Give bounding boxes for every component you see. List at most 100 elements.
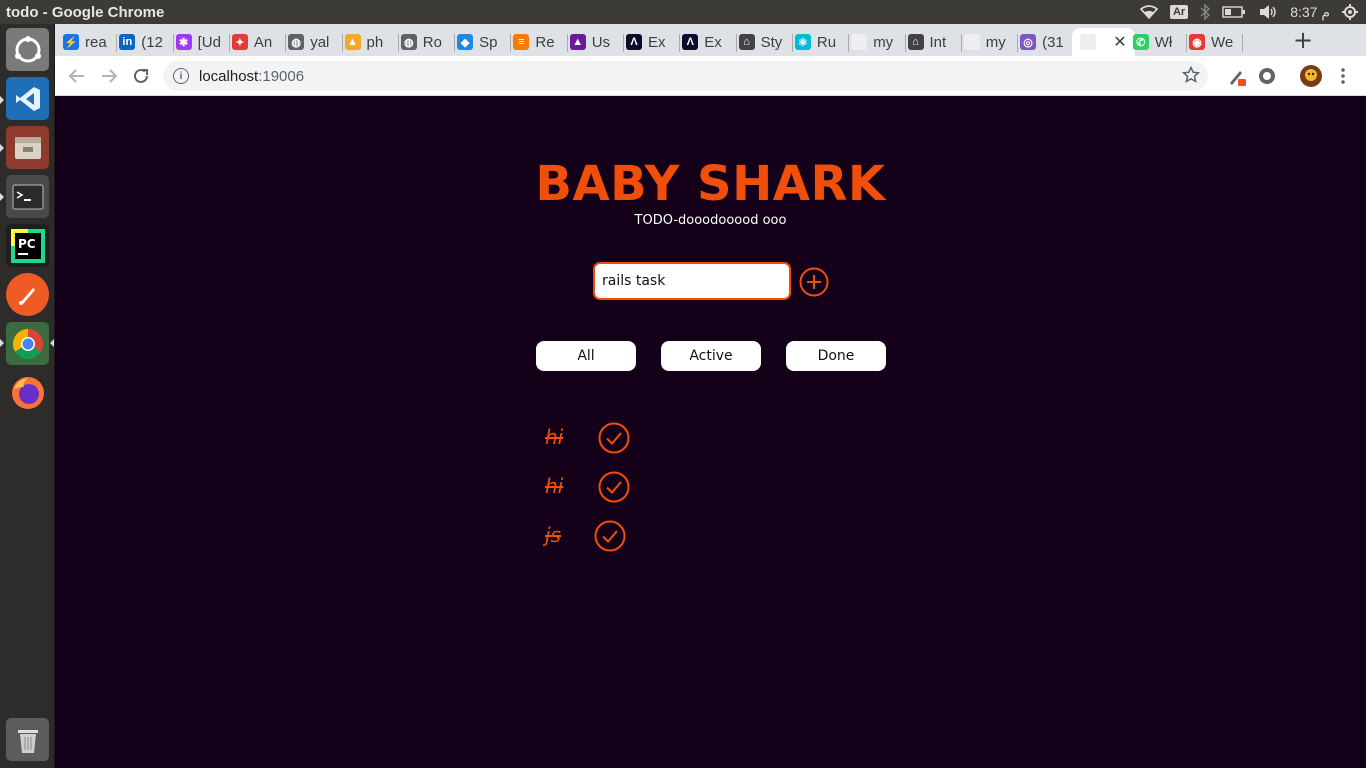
tab-separator: [791, 34, 793, 52]
back-button[interactable]: [65, 64, 89, 88]
add-task-button[interactable]: [799, 267, 829, 297]
filter-done-button[interactable]: Done: [786, 341, 886, 371]
tab[interactable]: ⌂ Int: [907, 28, 958, 56]
tab-active[interactable]: ✕: [1072, 28, 1135, 56]
address-bar[interactable]: i localhost:19006: [163, 61, 1208, 91]
tab[interactable]: ≡ Re: [513, 28, 563, 56]
extension-circle-icon[interactable]: [1255, 64, 1279, 88]
tab[interactable]: Λ Ex: [626, 28, 676, 56]
plus-circle-icon: [799, 267, 829, 297]
tab[interactable]: my: [963, 28, 1014, 56]
vscode-icon[interactable]: [6, 77, 49, 120]
firefox-icon[interactable]: [6, 371, 49, 414]
todo-done-toggle[interactable]: [598, 471, 630, 503]
check-circle-icon: [594, 520, 626, 552]
tab[interactable]: ◆ Sp: [457, 28, 507, 56]
chrome-icon[interactable]: [6, 322, 49, 365]
tab[interactable]: ◎ (31: [1020, 28, 1070, 56]
tab-favicon-icon: ✦: [231, 34, 248, 50]
tab[interactable]: ▲ Us: [569, 28, 620, 56]
keyboard-layout-indicator[interactable]: Ar: [1169, 5, 1189, 19]
running-indicator: [0, 96, 4, 104]
forward-button[interactable]: [97, 64, 121, 88]
tab-separator: [904, 34, 906, 52]
tab[interactable]: Λ Ex: [682, 28, 732, 56]
new-tab-button[interactable]: +: [1293, 26, 1313, 54]
tab[interactable]: in (12: [119, 28, 169, 56]
postman-icon[interactable]: [6, 273, 49, 316]
filter-active-button[interactable]: Active: [661, 341, 761, 371]
tab-label: An: [253, 33, 273, 51]
tab[interactable]: ◉ We: [1189, 28, 1239, 56]
tab-label: Ex: [704, 33, 722, 51]
extension-dropper-icon[interactable]: [1225, 64, 1249, 88]
tab-label: Us: [591, 33, 611, 51]
bookmark-star-icon[interactable]: [1181, 65, 1201, 88]
todo-text: hi: [545, 474, 564, 498]
tab-separator: [285, 34, 287, 52]
tab[interactable]: ⚛ Ru: [794, 28, 845, 56]
tab-separator: [848, 34, 850, 52]
tab-favicon-icon: ✆: [1132, 34, 1149, 50]
tab-separator: [1186, 34, 1187, 52]
tab[interactable]: ✦ An: [231, 28, 282, 56]
todo-text: js: [545, 523, 561, 547]
ubuntu-launcher: PC: [0, 24, 55, 768]
chrome-menu-icon[interactable]: [1331, 64, 1355, 88]
clock[interactable]: 8:37 م: [1290, 4, 1330, 21]
power-gear-icon[interactable]: [1342, 4, 1358, 20]
tab-favicon-icon: ◎: [1020, 34, 1037, 50]
new-task-input[interactable]: [593, 262, 791, 300]
todo-done-toggle[interactable]: [598, 422, 630, 454]
files-icon[interactable]: [6, 126, 49, 169]
tab-separator: [960, 34, 962, 52]
tab-label: Int: [929, 33, 947, 51]
terminal-icon[interactable]: [6, 175, 49, 218]
tab-favicon-icon: ◉: [1189, 34, 1205, 50]
tab-close-icon[interactable]: ✕: [1113, 32, 1126, 52]
tab-favicon-icon: ▲: [569, 34, 586, 50]
tab-label: We: [1211, 33, 1234, 51]
tab[interactable]: ◍ yal: [288, 28, 338, 56]
tab-label: (12: [141, 33, 163, 51]
tab-favicon-icon: in: [119, 34, 136, 50]
svg-text:PC: PC: [18, 237, 36, 251]
tab-label: (31: [1042, 33, 1064, 51]
tab-label: Ex: [648, 33, 666, 51]
todo-item: hi: [545, 420, 563, 454]
site-info-icon[interactable]: i: [173, 68, 189, 84]
running-indicator: [0, 144, 4, 152]
tab-favicon-icon: ⚡: [63, 34, 79, 50]
tab[interactable]: ✱ [Ud: [175, 28, 226, 56]
tab[interactable]: ✆ Wł: [1132, 28, 1183, 56]
ubuntu-dash-icon[interactable]: [6, 28, 49, 71]
volume-icon[interactable]: [1258, 4, 1278, 20]
tab-separator: [172, 34, 174, 52]
tab-favicon-icon: ✱: [175, 34, 192, 50]
tab-favicon-icon: [1080, 34, 1097, 50]
profile-avatar[interactable]: [1299, 64, 1323, 88]
tab-label: Re: [535, 33, 555, 51]
app-title: BABY SHARK: [535, 156, 886, 212]
bluetooth-icon[interactable]: [1200, 4, 1211, 20]
filter-all-button[interactable]: All: [536, 341, 636, 371]
tab[interactable]: ◍ Ro: [400, 28, 451, 56]
todo-done-toggle[interactable]: [594, 520, 626, 552]
tab-label: ph: [366, 33, 384, 51]
tab-favicon-icon: Λ: [626, 34, 642, 50]
trash-icon[interactable]: [6, 718, 49, 761]
pycharm-icon[interactable]: PC: [6, 224, 49, 267]
reload-button[interactable]: [129, 64, 153, 88]
battery-icon[interactable]: [1222, 6, 1246, 18]
tab-separator: [510, 34, 512, 52]
tab[interactable]: ▲ ph: [344, 28, 395, 56]
tab-label: yal: [310, 33, 330, 51]
tab-separator: [679, 34, 681, 52]
tab-separator: [566, 34, 568, 52]
todo-text: hi: [545, 425, 564, 449]
tab[interactable]: ⌂ Sty: [738, 28, 789, 56]
wifi-icon[interactable]: [1139, 5, 1158, 19]
tab[interactable]: ⚡ rea: [63, 28, 113, 56]
tab[interactable]: my: [851, 28, 901, 56]
tab-label: [Ud: [197, 33, 221, 51]
